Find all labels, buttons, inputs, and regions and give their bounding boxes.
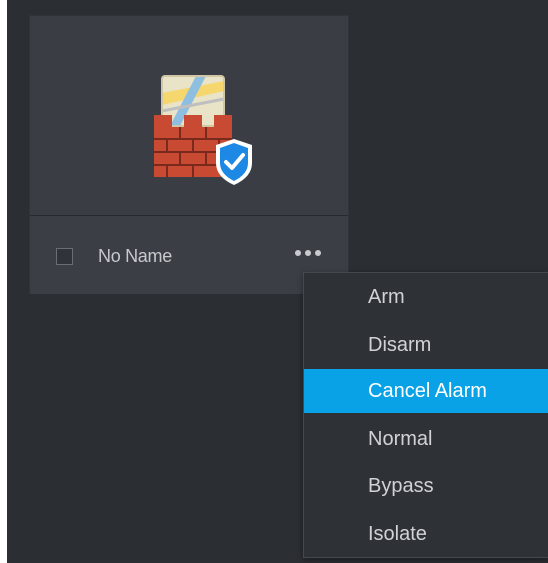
menu-item-isolate[interactable]: Isolate: [304, 512, 548, 556]
menu-item-normal[interactable]: Normal: [304, 417, 548, 461]
device-panel: No Name Arm Disarm Cancel Alarm Normal B…: [7, 0, 548, 563]
firewall-shield-icon: [154, 75, 252, 185]
menu-item-bypass[interactable]: Bypass: [304, 464, 548, 508]
device-name: No Name: [98, 246, 172, 266]
context-menu: Arm Disarm Cancel Alarm Normal Bypass Is…: [303, 272, 548, 558]
menu-item-arm[interactable]: Arm: [304, 275, 548, 319]
menu-item-cancel-alarm[interactable]: Cancel Alarm: [304, 369, 548, 413]
zone-card[interactable]: No Name: [29, 15, 349, 294]
select-checkbox[interactable]: [56, 248, 73, 265]
more-horizontal-icon: [295, 250, 301, 256]
card-footer: No Name: [30, 216, 348, 294]
menu-item-disarm[interactable]: Disarm: [304, 323, 548, 367]
card-thumbnail: [30, 16, 348, 216]
more-options-button[interactable]: [288, 238, 328, 268]
